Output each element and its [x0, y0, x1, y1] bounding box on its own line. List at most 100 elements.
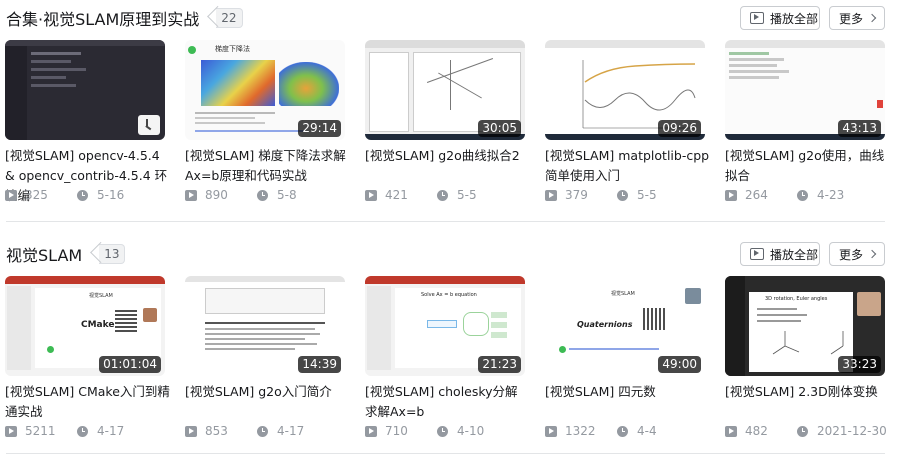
play-count: 853	[205, 424, 228, 438]
video-title[interactable]: [视觉SLAM] 梯度下降法求解Ax=b原理和代码实战	[185, 146, 350, 186]
clock-icon	[257, 189, 268, 201]
clock-icon	[257, 425, 268, 437]
video-duration: 29:14	[298, 120, 341, 137]
play-list-icon	[750, 12, 764, 24]
publish-date: 5-16	[97, 188, 125, 202]
slide-title: Solve Ax = b equation	[421, 292, 477, 298]
play-count-icon	[5, 425, 17, 437]
series-title[interactable]: 视觉SLAM	[6, 242, 82, 266]
slide-title: CMake	[81, 320, 115, 330]
video-meta: 1322 4-4	[545, 424, 720, 440]
video-meta: 890 5-8	[185, 188, 360, 204]
clock-icon	[437, 425, 448, 437]
video-thumbnail[interactable]: 43:13	[725, 40, 885, 140]
slide-title: Quaternions	[577, 320, 633, 329]
video-meta: 264 4-23	[725, 188, 900, 204]
video-thumbnail[interactable]	[5, 40, 165, 140]
series-count-badge: 13	[89, 244, 131, 264]
video-title[interactable]: [视觉SLAM] g2o入门简介	[185, 382, 350, 402]
play-count: 421	[385, 188, 408, 202]
video-thumbnail[interactable]: 视觉SLAM CMake 01:01:04	[5, 276, 165, 376]
play-count-icon	[725, 189, 737, 201]
video-meta: 379 5-5	[545, 188, 720, 204]
publish-date: 4-10	[457, 424, 485, 438]
video-meta: 853 4-17	[185, 424, 360, 440]
chevron-right-icon	[867, 249, 877, 259]
publish-date: 4-17	[277, 424, 305, 438]
section-divider	[6, 453, 885, 454]
slide-header: 视觉SLAM	[611, 291, 635, 297]
video-title[interactable]: [视觉SLAM] g2o使用，曲线拟合	[725, 146, 890, 186]
play-count: 1322	[565, 424, 596, 438]
play-count-icon	[365, 425, 377, 437]
collection-header: 合集·视觉SLAM原理到实战 22	[6, 6, 249, 30]
play-count-icon	[545, 189, 557, 201]
video-meta: 5211 4-17	[5, 424, 180, 440]
publish-date: 5-5	[637, 188, 657, 202]
clock-icon	[77, 425, 88, 437]
more-label: 更多	[838, 11, 863, 26]
clock-icon	[617, 425, 628, 437]
play-count-icon	[5, 189, 17, 201]
publish-date: 2021-12-30	[817, 424, 887, 438]
clock-icon	[797, 189, 808, 201]
collection-section: 合集·视觉SLAM原理到实战 22 播放全部 更多 [视觉SLAM] openc…	[0, 6, 904, 216]
video-meta: 421 5-5	[365, 188, 540, 204]
more-button[interactable]: 更多	[829, 242, 885, 266]
video-thumbnail[interactable]: 30:05	[365, 40, 525, 140]
video-title[interactable]: [视觉SLAM] 2.3D刚体变换	[725, 382, 890, 402]
play-count-icon	[545, 425, 557, 437]
play-list-icon	[750, 248, 764, 260]
video-duration: 01:01:04	[99, 356, 161, 373]
clock-icon	[77, 189, 88, 201]
video-duration: 09:26	[658, 120, 701, 137]
video-meta: 710 4-10	[365, 424, 540, 440]
video-duration: 43:13	[838, 120, 881, 137]
video-thumbnail[interactable]: 09:26	[545, 40, 705, 140]
play-count: 482	[745, 424, 768, 438]
play-count: 379	[565, 188, 588, 202]
video-duration: 21:23	[478, 356, 521, 373]
video-duration: 30:05	[478, 120, 521, 137]
play-all-button[interactable]: 播放全部	[740, 6, 820, 30]
video-thumbnail[interactable]: 视觉SLAM Quaternions 49:00	[545, 276, 705, 376]
video-duration: 14:39	[298, 356, 341, 373]
clock-overlay-icon	[138, 115, 160, 135]
more-label: 更多	[838, 247, 863, 262]
video-meta: 482 2021-12-30	[725, 424, 900, 440]
collection-title[interactable]: 合集·视觉SLAM原理到实战	[6, 6, 199, 30]
play-count: 264	[745, 188, 768, 202]
clock-icon	[797, 425, 808, 437]
play-all-button[interactable]: 播放全部	[740, 242, 820, 266]
video-duration: 33:23	[838, 356, 881, 373]
series-header: 视觉SLAM 13	[6, 242, 131, 266]
play-count: 710	[385, 424, 408, 438]
series-section: 视觉SLAM 13 播放全部 更多 视觉SLAM CMake 01:01:04 …	[0, 242, 904, 452]
chevron-right-icon	[867, 13, 877, 23]
slide-header: 视觉SLAM	[89, 293, 113, 299]
clock-icon	[437, 189, 448, 201]
video-title[interactable]: [视觉SLAM] matplotlib-cpp简单使用入门	[545, 146, 710, 186]
play-count-icon	[365, 189, 377, 201]
video-title[interactable]: [视觉SLAM] g2o曲线拟合2	[365, 146, 530, 166]
more-button[interactable]: 更多	[829, 6, 885, 30]
clock-icon	[617, 189, 628, 201]
video-thumbnail[interactable]: 14:39	[185, 276, 345, 376]
video-thumbnail[interactable]: Solve Ax = b equation 21:23	[365, 276, 525, 376]
video-title[interactable]: [视觉SLAM] cholesky分解求解Ax=b	[365, 382, 530, 422]
publish-date: 5-8	[277, 188, 297, 202]
publish-date: 4-4	[637, 424, 657, 438]
play-count: 325	[25, 188, 48, 202]
play-all-label: 播放全部	[770, 11, 819, 26]
video-title[interactable]: [视觉SLAM] 四元数	[545, 382, 710, 402]
video-thumbnail[interactable]: 梯度下降法 29:14	[185, 40, 345, 140]
video-title[interactable]: [视觉SLAM] CMake入门到精通实战	[5, 382, 170, 422]
publish-date: 5-5	[457, 188, 477, 202]
video-meta: 325 5-16	[5, 188, 180, 204]
publish-date: 4-17	[97, 424, 125, 438]
play-count-icon	[725, 425, 737, 437]
play-count-icon	[185, 425, 197, 437]
video-thumbnail[interactable]: 3D rotation, Euler angles 33:23	[725, 276, 885, 376]
section-divider	[6, 221, 885, 222]
slide-title: 梯度下降法	[215, 45, 250, 53]
